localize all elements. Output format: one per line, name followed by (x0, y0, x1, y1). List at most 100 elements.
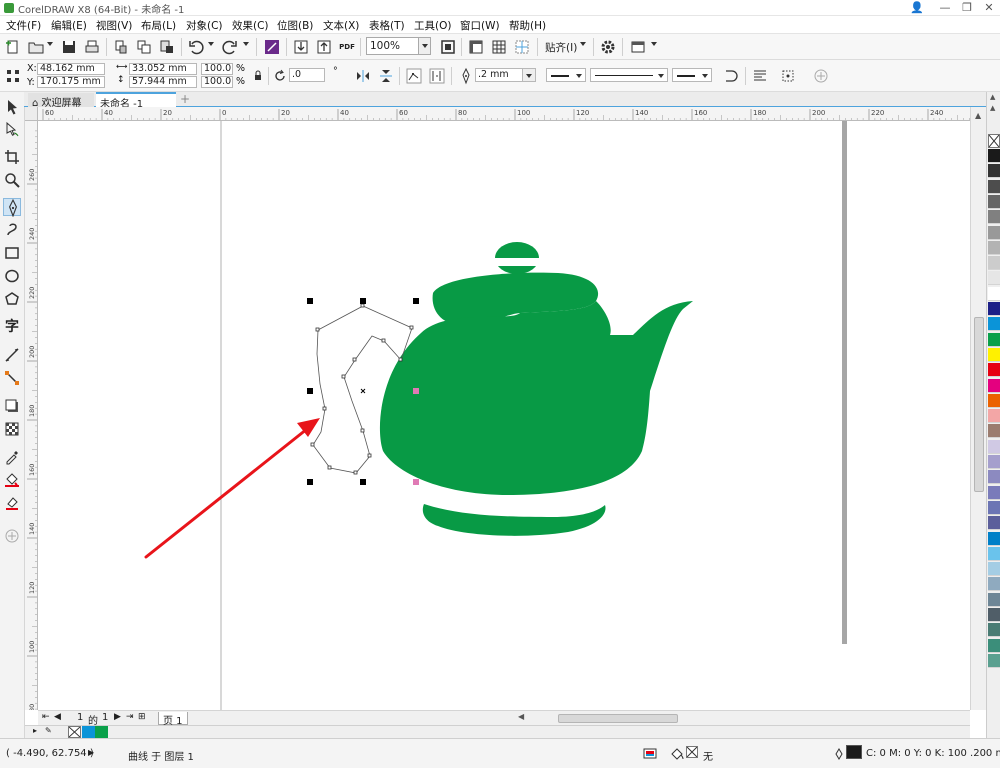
menu-text[interactable]: 文本(X) (323, 18, 359, 33)
palette-color-swatch[interactable] (988, 562, 1000, 577)
next-page-icon[interactable]: ▶ (114, 712, 121, 722)
palette-color-swatch[interactable] (988, 302, 1000, 316)
artistic-media-tool-icon[interactable] (3, 221, 21, 239)
parallel-dimension-tool-icon[interactable] (3, 346, 21, 364)
menu-object[interactable]: 对象(C) (186, 18, 223, 33)
width-input[interactable]: 33.052 mm (129, 63, 197, 75)
publish-pdf-icon[interactable]: PDF (338, 38, 356, 56)
save-icon[interactable] (60, 38, 78, 56)
palette-color-swatch[interactable] (988, 256, 1000, 271)
color-eyedropper-tool-icon[interactable] (3, 448, 21, 466)
height-input[interactable]: 57.944 mm (129, 76, 197, 88)
lock-ratio-icon[interactable] (249, 67, 267, 85)
transparency-tool-icon[interactable] (3, 420, 21, 438)
show-grid-icon[interactable] (490, 38, 508, 56)
vertical-ruler[interactable]: 260 240 220 200 180 160 140 120 100 80 (25, 121, 38, 710)
quick-customize-icon[interactable] (3, 527, 21, 545)
redo-icon[interactable] (221, 38, 239, 56)
ellipse-tool-icon[interactable] (3, 267, 21, 285)
last-page-icon[interactable]: ⇥ (126, 712, 134, 722)
add-property-icon[interactable] (812, 67, 830, 85)
palette-color-swatch[interactable] (988, 638, 1000, 653)
palette-color-swatch[interactable] (988, 439, 1000, 454)
snap-to-label[interactable]: 贴齐(I) (545, 40, 577, 55)
outline-position-icon[interactable] (779, 67, 797, 85)
palette-color-swatch[interactable] (988, 409, 1000, 424)
application-launcher-icon[interactable] (629, 38, 647, 56)
paste-icon[interactable] (158, 38, 176, 56)
close-curve-icon[interactable] (722, 67, 740, 85)
palette-color-swatch[interactable] (988, 286, 1000, 301)
menu-effects[interactable]: 效果(C) (232, 18, 269, 33)
minimize-button[interactable]: — (934, 0, 956, 16)
no-color-swatch[interactable] (988, 134, 1000, 148)
account-icon[interactable]: 👤 (906, 0, 928, 16)
palette-color-swatch[interactable] (988, 653, 1000, 668)
zoom-tool-icon[interactable] (3, 171, 21, 189)
first-page-icon[interactable]: ⇤ (42, 712, 50, 722)
node-edit-icon[interactable] (405, 67, 423, 85)
menu-edit[interactable]: 编辑(E) (51, 18, 87, 33)
line-style-select[interactable] (590, 68, 668, 82)
cut-icon[interactable] (112, 38, 130, 56)
fill-bucket-icon[interactable] (670, 748, 684, 763)
status-expand-icon[interactable]: ▶ (88, 748, 94, 757)
palette-color-swatch[interactable] (988, 179, 1000, 194)
interactive-fill-tool-icon[interactable] (3, 471, 21, 489)
new-document-icon[interactable] (4, 38, 22, 56)
text-tool-icon[interactable]: 字 (3, 318, 21, 336)
menu-table[interactable]: 表格(T) (369, 18, 405, 33)
close-button[interactable]: ✕ (978, 0, 1000, 16)
zoom-dropdown-button[interactable] (418, 37, 431, 55)
palette-color-swatch[interactable] (988, 608, 1000, 622)
palette-color-swatch[interactable] (988, 546, 1000, 561)
palette-color-swatch[interactable] (988, 363, 1000, 378)
end-arrowhead-select[interactable] (672, 68, 712, 82)
color-proof-icon[interactable] (643, 748, 657, 763)
tab-untitled-document[interactable]: 未命名 -1 (96, 92, 176, 110)
palette-color-swatch[interactable] (988, 271, 1000, 286)
drop-shadow-tool-icon[interactable] (3, 397, 21, 415)
palette-color-swatch[interactable] (988, 577, 1000, 592)
palette-color-swatch[interactable] (988, 149, 1000, 163)
copy-icon[interactable] (135, 38, 153, 56)
show-guidelines-icon[interactable] (513, 38, 531, 56)
menu-help[interactable]: 帮助(H) (509, 18, 546, 33)
crop-tool-icon[interactable] (3, 148, 21, 166)
palette-color-swatch[interactable] (988, 485, 1000, 500)
palette-color-swatch[interactable] (988, 393, 1000, 408)
palette-color-swatch[interactable] (988, 164, 1000, 179)
x-position-input[interactable]: 48.162 mm (37, 63, 105, 75)
outline-pen-icon[interactable] (834, 748, 844, 763)
previous-page-icon[interactable]: ◀ (54, 712, 61, 722)
menu-file[interactable]: 文件(F) (6, 18, 41, 33)
show-rulers-icon[interactable] (467, 38, 485, 56)
launcher-dropdown-icon[interactable] (651, 42, 657, 46)
add-page-icon[interactable]: ⊞ (138, 712, 146, 722)
palette-color-swatch[interactable] (988, 516, 1000, 531)
teapot-shape[interactable] (379, 242, 693, 536)
outline-color-swatch[interactable] (846, 745, 862, 759)
rotation-angle-input[interactable]: .0 (289, 68, 325, 82)
fill-none-swatch[interactable] (686, 746, 698, 758)
palette-color-swatch[interactable] (988, 592, 1000, 607)
palette-color-swatch[interactable] (988, 194, 1000, 209)
connector-tool-icon[interactable] (3, 369, 21, 387)
new-tab-plus-icon[interactable]: + (178, 93, 192, 107)
mirror-vertical-icon[interactable] (377, 67, 395, 85)
vertical-scrollbar[interactable]: ▲ (970, 107, 986, 710)
snap-dropdown-icon[interactable] (580, 42, 586, 46)
import-icon[interactable] (292, 38, 310, 56)
start-arrowhead-select[interactable] (546, 68, 586, 82)
palette-color-swatch[interactable] (988, 347, 1000, 362)
split-curve-icon[interactable] (428, 67, 446, 85)
horizontal-scroll-thumb[interactable] (558, 714, 678, 723)
menu-layout[interactable]: 布局(L) (141, 18, 176, 33)
undo-icon[interactable] (187, 38, 205, 56)
export-icon[interactable] (315, 38, 333, 56)
outline-width-dropdown[interactable] (522, 68, 536, 82)
palette-color-swatch[interactable] (988, 470, 1000, 485)
redo-dropdown-icon[interactable] (243, 42, 249, 46)
palette-color-swatch[interactable] (988, 240, 1000, 255)
palette-color-swatch[interactable] (988, 531, 1000, 546)
